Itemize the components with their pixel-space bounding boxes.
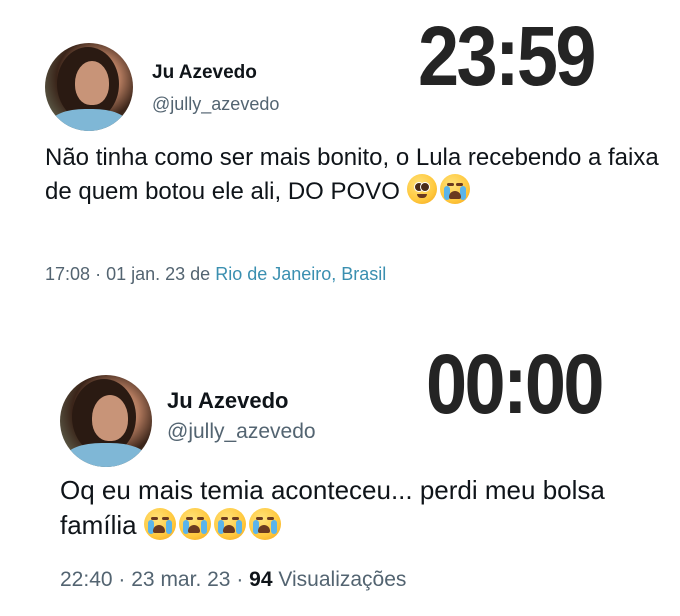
- meta-separator: ·: [236, 568, 244, 591]
- tweet-meta: 17:08 · 01 jan. 23 de Rio de Janeiro, Br…: [45, 264, 386, 285]
- loudly-crying-face-emoji: [248, 507, 281, 540]
- meta-de: de: [190, 264, 211, 284]
- author-name[interactable]: Ju Azevedo: [167, 388, 288, 414]
- meta-separator: ·: [95, 264, 102, 284]
- author-name[interactable]: Ju Azevedo: [152, 62, 257, 84]
- meta-separator: ·: [118, 568, 126, 591]
- clock-label: 23:59: [418, 9, 597, 103]
- author-handle[interactable]: @jully_azevedo: [152, 94, 279, 115]
- views-count[interactable]: 94: [249, 568, 272, 591]
- loudly-crying-face-emoji: [143, 507, 176, 540]
- avatar-face: [75, 61, 109, 105]
- clock-label: 00:00: [426, 337, 605, 431]
- tweet-text: Não tinha como ser mais bonito, o Lula r…: [45, 141, 665, 208]
- tweet-card-2: Ju Azevedo @jully_azevedo 00:00 Oq eu ma…: [0, 300, 680, 616]
- tweet-time[interactable]: 17:08: [45, 264, 90, 284]
- author-handle[interactable]: @jully_azevedo: [167, 420, 316, 444]
- tweet-meta: 22:40 · 23 mar. 23 · 94 Visualizações: [60, 568, 406, 592]
- tweet-time[interactable]: 22:40: [60, 568, 113, 591]
- avatar[interactable]: [45, 43, 133, 131]
- loudly-crying-face-emoji: [213, 507, 246, 540]
- loudly-crying-face-emoji: [439, 174, 470, 205]
- tweet-location-link[interactable]: Rio de Janeiro, Brasil: [215, 264, 386, 284]
- avatar-shirt: [66, 443, 146, 467]
- avatar-face: [92, 395, 128, 441]
- tweet-date[interactable]: 01 jan. 23: [106, 264, 185, 284]
- views-label[interactable]: Visualizações: [278, 568, 406, 591]
- tweet-date[interactable]: 23 mar. 23: [131, 568, 230, 591]
- loudly-crying-face-emoji: [178, 507, 211, 540]
- pleading-face-emoji: [406, 174, 437, 205]
- avatar-shirt: [51, 109, 127, 131]
- avatar[interactable]: [60, 375, 152, 467]
- tweet-text: Oq eu mais temia aconteceu... perdi meu …: [60, 473, 660, 542]
- tweet-text-content: Não tinha como ser mais bonito, o Lula r…: [45, 144, 659, 206]
- tweet-text-content: Oq eu mais temia aconteceu... perdi meu …: [60, 475, 605, 540]
- tweet-card-1: Ju Azevedo @jully_azevedo 23:59 Não tinh…: [0, 0, 680, 300]
